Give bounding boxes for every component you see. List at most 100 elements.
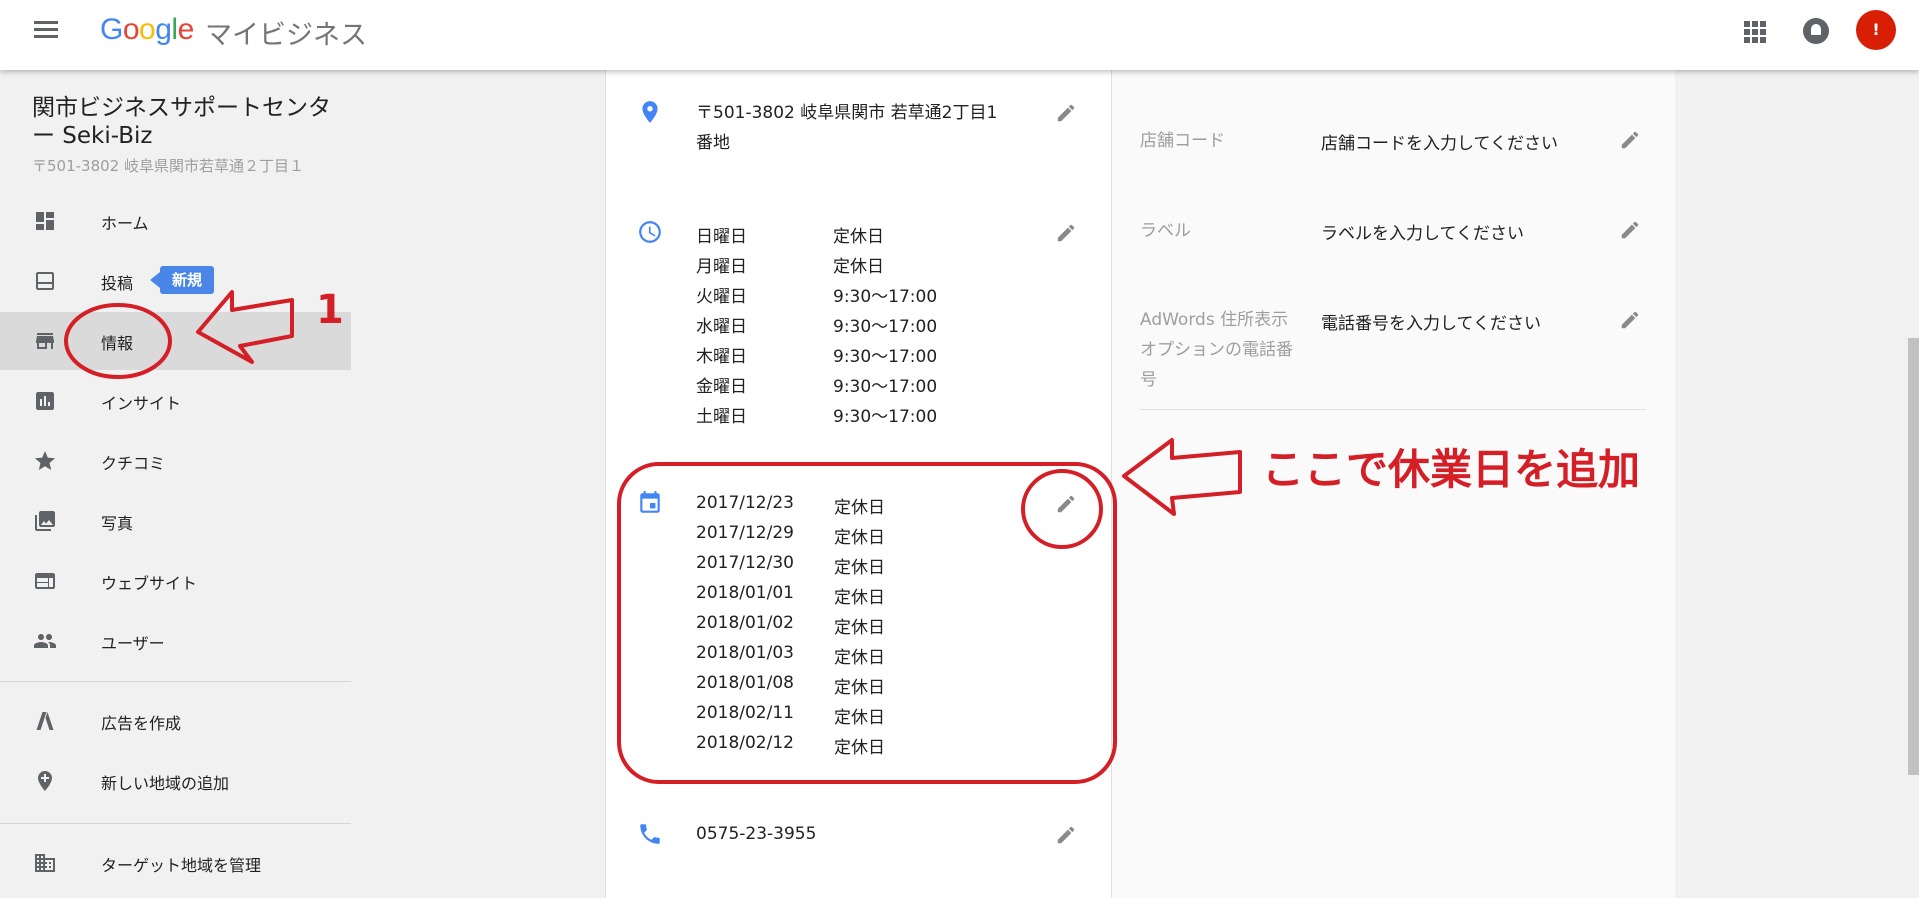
hours-time: 定休日 xyxy=(833,227,884,247)
insights-icon xyxy=(36,392,54,410)
sidebar-divider xyxy=(0,681,351,682)
address-line-2: 番地 xyxy=(696,133,730,153)
store-code-label: 店舗コード xyxy=(1140,131,1225,151)
top-app-bar: Google マイビジネス ! xyxy=(0,0,1919,70)
step-number-annotation: 1 xyxy=(316,287,344,333)
building-icon xyxy=(35,854,55,872)
address-line-1: 〒501-3802 岐阜県関市 若草通2丁目1 xyxy=(696,103,998,123)
sidebar-item-create-ad[interactable]: 広告を作成 xyxy=(0,692,351,750)
callout-text-annotation: ここで休業日を追加 xyxy=(1262,445,1641,494)
sidebar: 関市ビジネスサポートセンター Seki-Biz 〒501-3802 岐阜県関市若… xyxy=(0,70,351,898)
business-name: 関市ビジネスサポートセンター Seki-Biz xyxy=(32,95,331,149)
edit-special-hours-pencil-icon[interactable] xyxy=(1055,493,1077,515)
sidebar-item-label: 写真 xyxy=(101,514,134,533)
special-date: 2018/01/01 xyxy=(696,583,794,603)
hours-day: 水曜日 xyxy=(696,317,747,337)
special-status: 定休日 xyxy=(834,708,885,728)
adwords-phone-value[interactable]: 電話番号を入力してください xyxy=(1321,309,1541,334)
hours-day: 日曜日 xyxy=(696,227,747,247)
sidebar-item-photos[interactable]: 写真 xyxy=(0,492,351,550)
edit-store-code-pencil-icon[interactable] xyxy=(1619,129,1641,151)
account-avatar[interactable]: ! xyxy=(1856,10,1896,50)
sidebar-item-label: ユーザー xyxy=(101,634,165,653)
sidebar-item-add-location[interactable]: 新しい地域の追加 xyxy=(0,752,351,810)
sidebar-item-label: インサイト xyxy=(101,394,182,413)
page-scrollbar[interactable] xyxy=(1908,338,1919,775)
google-logo[interactable]: Google xyxy=(100,13,194,47)
sidebar-item-label: ウェブサイト xyxy=(101,574,198,593)
special-date: 2017/12/29 xyxy=(696,523,794,543)
sidebar-item-users[interactable]: ユーザー xyxy=(0,612,351,670)
calendar-icon xyxy=(640,491,660,513)
hours-time: 9:30～17:00 xyxy=(833,287,938,307)
special-date: 2018/02/11 xyxy=(696,703,794,723)
logo-letter: G xyxy=(100,13,123,46)
hours-time: 定休日 xyxy=(833,257,884,277)
add-location-icon xyxy=(38,771,52,791)
hours-day: 土曜日 xyxy=(696,407,747,427)
special-status: 定休日 xyxy=(834,528,885,548)
logo-letter: o xyxy=(122,13,140,46)
product-name: マイビジネス xyxy=(205,20,367,51)
special-date: 2018/01/02 xyxy=(696,613,794,633)
edit-hours-pencil-icon[interactable] xyxy=(1055,222,1077,244)
photo-icon xyxy=(35,511,55,531)
edit-label-pencil-icon[interactable] xyxy=(1619,219,1641,241)
post-icon xyxy=(36,272,54,290)
special-status: 定休日 xyxy=(834,588,885,608)
special-date: 2018/01/03 xyxy=(696,643,794,663)
sidebar-item-label: 投稿 xyxy=(101,274,134,293)
side-divider xyxy=(1140,409,1646,410)
new-badge: 新規 xyxy=(149,266,215,294)
sidebar-item-label: ホーム xyxy=(101,214,149,233)
notifications-icon[interactable] xyxy=(1803,18,1829,44)
hours-day: 木曜日 xyxy=(696,347,747,367)
special-date: 2018/01/08 xyxy=(696,673,794,693)
sidebar-item-label: ターゲット地域を管理 xyxy=(101,856,262,875)
apps-grid-icon[interactable] xyxy=(1744,21,1766,43)
location-pin-icon xyxy=(642,101,658,123)
users-icon xyxy=(34,634,56,648)
hours-day: 金曜日 xyxy=(696,377,747,397)
phone-number: 0575-23-3955 xyxy=(696,824,817,844)
hamburger-menu-icon[interactable] xyxy=(34,21,58,45)
special-date: 2018/02/12 xyxy=(696,733,794,753)
special-status: 定休日 xyxy=(834,618,885,638)
edit-phone-pencil-icon[interactable] xyxy=(1055,824,1077,846)
sidebar-divider xyxy=(0,823,351,824)
hours-time: 9:30～17:00 xyxy=(833,377,938,397)
adwords-icon xyxy=(36,712,54,730)
sidebar-item-label: 情報 xyxy=(101,334,134,353)
star-icon xyxy=(35,451,55,470)
special-status: 定休日 xyxy=(834,738,885,758)
phone-icon xyxy=(640,824,660,844)
hours-time: 9:30～17:00 xyxy=(833,347,938,367)
special-status: 定休日 xyxy=(834,648,885,668)
sidebar-item-label: クチコミ xyxy=(101,454,166,473)
store-icon xyxy=(36,333,54,349)
hours-day: 月曜日 xyxy=(696,257,747,277)
sidebar-item-info[interactable]: 情報 xyxy=(0,312,351,370)
sidebar-item-insights[interactable]: インサイト xyxy=(0,372,351,430)
label-field-label: ラベル xyxy=(1140,221,1191,241)
sidebar-item-label: 広告を作成 xyxy=(101,714,182,733)
sidebar-item-posts[interactable]: 投稿 新規 xyxy=(0,252,351,310)
sidebar-item-label: 新しい地域の追加 xyxy=(101,774,230,793)
special-date: 2017/12/23 xyxy=(696,493,794,513)
store-code-value[interactable]: 店舗コードを入力してください xyxy=(1321,129,1558,154)
sidebar-item-home[interactable]: ホーム xyxy=(0,192,351,250)
adwords-phone-label: AdWords 住所表示オプションの電話番号 xyxy=(1140,310,1293,390)
hours-time: 9:30～17:00 xyxy=(833,317,938,337)
edit-adwords-phone-pencil-icon[interactable] xyxy=(1619,309,1641,331)
label-field-value[interactable]: ラベルを入力してください xyxy=(1321,219,1524,244)
logo-letter: o xyxy=(139,13,156,46)
business-address: 〒501-3802 岐阜県関市若草通２丁目１ xyxy=(32,157,304,175)
hours-day: 火曜日 xyxy=(696,287,747,307)
dashboard-icon xyxy=(36,212,54,230)
sidebar-item-website[interactable]: ウェブサイト xyxy=(0,552,351,610)
sidebar-item-reviews[interactable]: クチコミ xyxy=(0,432,351,490)
edit-address-pencil-icon[interactable] xyxy=(1055,102,1077,124)
sidebar-item-target-area[interactable]: ターゲット地域を管理 xyxy=(0,834,351,892)
special-status: 定休日 xyxy=(834,498,885,518)
logo-letter: e xyxy=(177,13,195,46)
